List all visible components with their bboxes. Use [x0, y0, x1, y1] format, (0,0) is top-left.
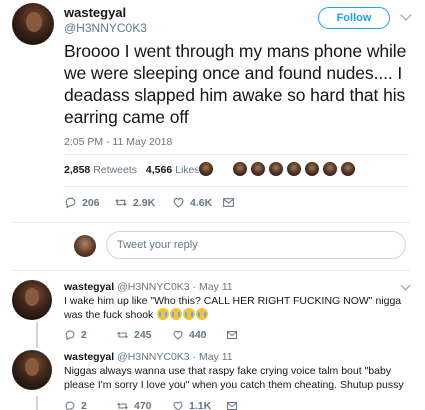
message-action[interactable] [226, 329, 238, 341]
divider [64, 154, 409, 155]
divider [12, 270, 410, 271]
reply-count: 2 [81, 400, 87, 410]
liker-avatar[interactable] [340, 161, 356, 177]
retweet-action[interactable]: 470 [116, 400, 152, 410]
reply-action[interactable]: 2 [64, 329, 87, 341]
chevron-down-icon[interactable] [400, 9, 412, 21]
like-action[interactable]: 440 [172, 329, 207, 341]
heart-icon [173, 197, 184, 208]
crying-face-icon [170, 308, 183, 320]
reply-header: wastegyal @H3NNYC0K3 · May 11 [64, 281, 233, 293]
reply-author-name[interactable]: wastegyal [64, 351, 114, 363]
reply-icon [65, 401, 75, 410]
like-action[interactable]: 1.1K [172, 400, 211, 410]
reply-text-body: I wake him up like "Who this? CALL HER R… [64, 295, 402, 321]
likes-count[interactable]: 4,566 [146, 164, 172, 176]
retweet-action[interactable]: 245 [116, 329, 152, 341]
reply-text: I wake him up like "Who this? CALL HER R… [64, 294, 404, 322]
retweet-icon [115, 199, 127, 206]
crying-face-icon [183, 308, 196, 320]
thread-line [36, 322, 38, 348]
envelope-icon [223, 198, 234, 207]
retweet-icon [117, 402, 128, 410]
like-count: 1.1K [189, 400, 212, 410]
retweets-count[interactable]: 2,858 [64, 164, 90, 176]
reply-action[interactable]: 2 [64, 400, 87, 410]
divider [12, 222, 410, 223]
reply-input[interactable]: Tweet your reply [106, 231, 406, 259]
crying-face-icon [157, 308, 170, 320]
heart-icon [173, 330, 183, 340]
envelope-icon [227, 331, 237, 339]
reply-meta[interactable]: @H3NNYC0K3 · May 11 [117, 281, 233, 293]
reply-author-name[interactable]: wastegyal [64, 281, 114, 293]
reply-count: 2 [81, 329, 87, 341]
like-action[interactable]: 4.6K [172, 196, 212, 209]
tweet-stats: 2,858 Retweets 4,566 Likes [64, 164, 200, 176]
avatar[interactable] [12, 350, 52, 390]
thread-line [36, 396, 38, 410]
like-count: 4.6K [190, 196, 213, 209]
liker-avatar[interactable] [322, 161, 338, 177]
message-action[interactable] [226, 400, 238, 410]
tweet-timestamp[interactable]: 2:05 PM - 11 May 2018 [64, 136, 172, 148]
liker-avatar[interactable] [304, 161, 320, 177]
liker-avatar[interactable] [232, 161, 248, 177]
like-count: 440 [189, 329, 207, 341]
heart-icon [173, 401, 183, 410]
retweet-icon [117, 331, 128, 339]
retweet-count: 245 [134, 329, 152, 341]
avatar[interactable] [12, 280, 52, 320]
liker-avatar[interactable] [268, 161, 284, 177]
author-name[interactable]: wastegyal [64, 5, 126, 20]
chevron-down-icon[interactable] [400, 280, 411, 291]
avatar[interactable] [12, 3, 54, 45]
message-action[interactable] [222, 196, 235, 209]
tweet-text: Broooo I went through my mans phone whil… [64, 41, 407, 127]
follow-button[interactable]: Follow [318, 7, 390, 29]
liker-avatar[interactable] [250, 161, 266, 177]
retweet-count: 2.9K [133, 196, 156, 209]
reply-meta[interactable]: @H3NNYC0K3 · May 11 [117, 351, 233, 363]
reply-header: wastegyal @H3NNYC0K3 · May 11 [64, 351, 233, 363]
retweet-count: 470 [134, 400, 152, 410]
divider [64, 186, 409, 187]
likes-label[interactable]: Likes [175, 164, 200, 176]
reply-icon [65, 197, 76, 209]
liker-avatar[interactable] [198, 161, 214, 177]
reply-action[interactable]: 206 [64, 196, 100, 209]
reply-text: Niggas always wanna use that raspy fake … [64, 365, 404, 391]
retweets-label[interactable]: Retweets [93, 164, 137, 176]
reply-icon [65, 330, 75, 341]
retweet-action[interactable]: 2.9K [114, 196, 155, 209]
reply-count: 206 [82, 196, 100, 209]
author-handle[interactable]: @H3NNYC0K3 [64, 21, 147, 35]
crying-face-icon [196, 308, 209, 320]
envelope-icon [227, 402, 237, 410]
liker-avatar[interactable] [286, 161, 302, 177]
current-user-avatar [74, 235, 96, 257]
